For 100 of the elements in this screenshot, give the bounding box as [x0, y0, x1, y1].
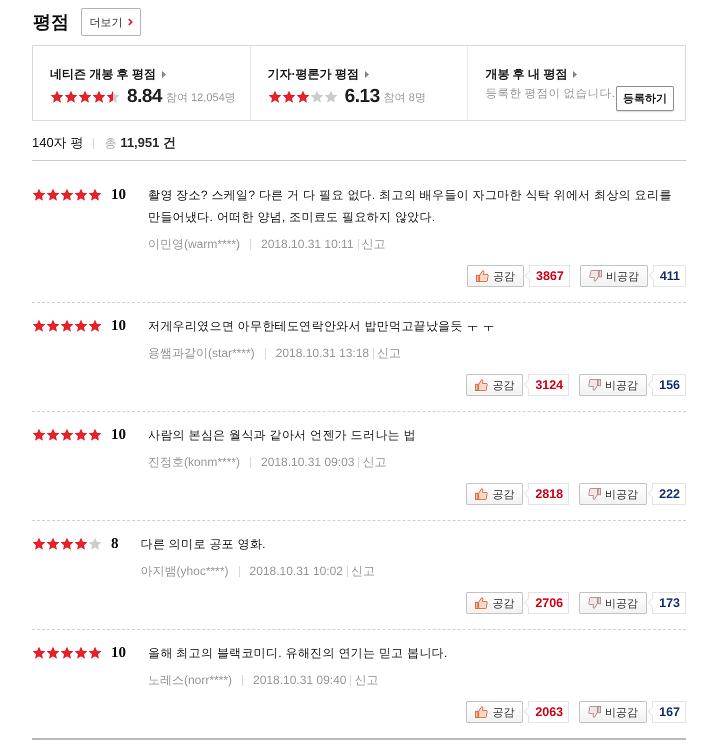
review-author: 이민영(warm****) — [148, 236, 240, 252]
thumbs-up-icon — [475, 379, 488, 391]
thumbs-up-icon — [475, 706, 488, 718]
review-date: 2018.10.31 09:03 — [261, 455, 354, 469]
star-icon — [50, 90, 64, 104]
star-icon — [60, 646, 74, 660]
review-date: 2018.10.31 10:02 — [250, 564, 343, 578]
caret-icon — [573, 70, 578, 78]
rating-category-link[interactable]: 기자·평론가 평점 — [268, 66, 370, 82]
thumbs-down-icon — [588, 597, 602, 609]
participant-count: 참여 8명 — [384, 91, 426, 105]
like-button[interactable]: 공감 — [466, 483, 524, 505]
review-score: 10 — [111, 644, 126, 662]
like-count: 3867 — [525, 265, 570, 287]
star-icon — [310, 90, 324, 104]
like-count: 2063 — [524, 701, 570, 723]
review-author: 용쌤과같이(star****) — [148, 344, 255, 362]
reviews-heading: 140자 평 — [32, 134, 84, 152]
thumbs-up-icon — [475, 488, 488, 500]
star-icon — [74, 428, 88, 442]
review-text: 다른 의미로 공포 영화. — [140, 536, 267, 553]
review-author: 아지뱀(yhoc****) — [140, 562, 229, 580]
dislike-count: 167 — [648, 701, 686, 723]
review-score: 10 — [111, 426, 126, 444]
average-score: 6.13 — [344, 86, 380, 108]
star-icon — [32, 537, 46, 551]
total-label: 총 — [104, 134, 116, 152]
star-icon — [60, 428, 74, 442]
like-count: 3124 — [524, 374, 570, 396]
star-icon — [46, 646, 60, 660]
dislike-count: 173 — [648, 592, 686, 614]
caret-icon — [365, 70, 370, 78]
like-button[interactable]: 공감 — [467, 265, 524, 287]
star-icon — [32, 428, 46, 442]
star-icon — [282, 90, 296, 104]
star-icon — [60, 319, 74, 333]
star-icon — [60, 188, 74, 202]
like-button[interactable]: 공감 — [466, 374, 524, 396]
thumbs-down-icon — [588, 379, 602, 391]
chevron-icon — [128, 18, 132, 26]
thumbs-up-icon — [475, 597, 488, 609]
dislike-button[interactable]: 비공감 — [579, 374, 648, 396]
thumbs-down-icon — [588, 270, 602, 282]
dislike-count: 156 — [648, 374, 686, 396]
star-icon — [88, 188, 102, 202]
star-icon — [32, 319, 46, 333]
dislike-button[interactable]: 비공감 — [579, 592, 648, 614]
star-icon — [46, 188, 60, 202]
review-date: 2018.10.31 09:40 — [253, 673, 346, 687]
star-icon — [32, 646, 46, 660]
average-score: 8.84 — [127, 86, 162, 108]
review-text: 올해 최고의 블랙코미디. 유해진의 연기는 믿고 봅니다. — [148, 645, 449, 662]
review-score: 8 — [111, 536, 118, 552]
thumbs-up-icon — [476, 270, 490, 282]
star-icon — [88, 646, 102, 660]
star-icon — [268, 90, 282, 104]
review-text: 사람의 본심은 월식과 같아서 언젠가 드러나는 법 — [148, 427, 417, 444]
review-text: 저게우리였으면 아무한테도연락안와서 밥만먹고끝났을듯 ㅜ ㅜ — [148, 318, 496, 335]
rating-category-link[interactable]: 네티즌 개봉 후 평점 — [50, 66, 166, 82]
rating-category-link[interactable]: 개봉 후 내 평점 — [485, 66, 578, 82]
dislike-count: 222 — [648, 483, 686, 505]
total-count: 11,951 건 — [120, 134, 176, 152]
like-count: 2818 — [524, 483, 570, 505]
dislike-button[interactable]: 비공감 — [579, 483, 648, 505]
star-icon — [64, 90, 78, 104]
star-icon — [78, 90, 92, 104]
star-icon — [46, 428, 60, 442]
caret-icon — [162, 70, 166, 78]
thumbs-down-icon — [588, 706, 602, 718]
star-icon — [106, 90, 120, 104]
register-button[interactable]: 등록하기 — [616, 86, 674, 111]
star-icon — [88, 428, 102, 442]
review-date: 2018.10.31 13:18 — [276, 346, 370, 360]
star-icon — [74, 319, 88, 333]
star-icon — [92, 90, 106, 104]
star-icon — [74, 188, 88, 202]
star-icon — [88, 537, 102, 551]
star-icon — [46, 537, 60, 551]
star-icon — [324, 90, 338, 104]
review-date: 2018.10.31 10:11 — [261, 237, 354, 251]
dislike-button[interactable]: 비공감 — [579, 701, 648, 723]
thumbs-down-icon — [588, 488, 602, 500]
star-icon — [88, 319, 102, 333]
like-button[interactable]: 공감 — [466, 701, 524, 723]
star-icon — [296, 90, 310, 104]
review-score: 10 — [111, 318, 126, 334]
star-icon — [46, 319, 60, 333]
section-title: 평점 — [33, 11, 69, 34]
star-icon — [74, 646, 88, 660]
more-button[interactable]: 더보기 — [81, 8, 141, 36]
star-icon — [74, 537, 88, 551]
review-score: 10 — [111, 186, 126, 204]
like-button[interactable]: 공감 — [466, 592, 524, 614]
review-author: 노레스(norr****) — [148, 672, 232, 688]
star-icon — [32, 188, 46, 202]
review-text: 촬영 장소? 스케일? 다른 거 다 필요 없다. 최고의 배우들이 자그마한 식탁 위에서 최상의 요리를 만들어냈다. 어떠한 양념, 조미료도 필요하지 않았다. — [148, 187, 673, 226]
like-count: 2706 — [524, 592, 570, 614]
empty-rating-message: 등록한 평점이 없습니다. — [485, 86, 615, 100]
star-icon — [60, 537, 74, 551]
dislike-button[interactable]: 비공감 — [580, 265, 648, 287]
